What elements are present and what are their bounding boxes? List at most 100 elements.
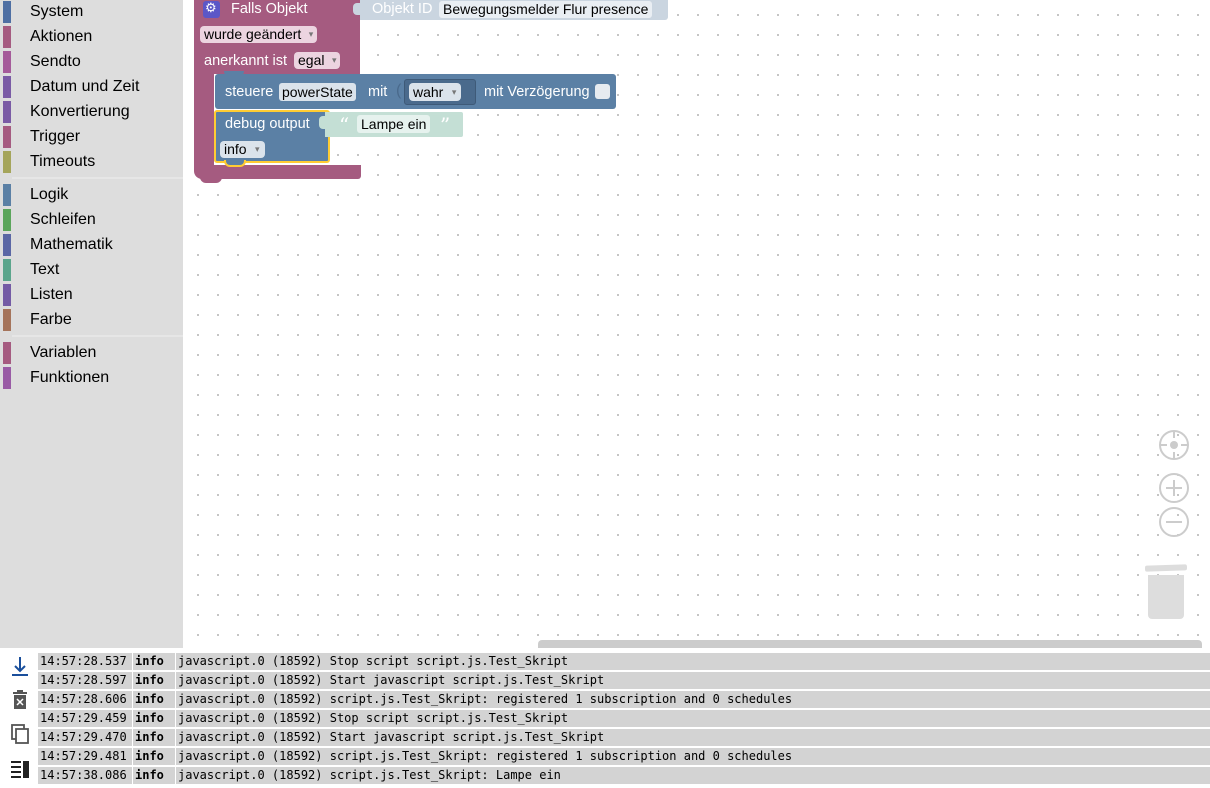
- log-message: javascript.0 (18592) Stop script script.…: [175, 710, 568, 727]
- log-level: info: [132, 672, 164, 689]
- toolbox-category-system[interactable]: System: [0, 0, 183, 25]
- state-dropdown[interactable]: powerState: [279, 83, 356, 101]
- toolbox-category-listen[interactable]: Listen: [0, 283, 183, 308]
- trigger-block-connector: [200, 175, 222, 183]
- scroll-down-icon[interactable]: [8, 654, 32, 678]
- horizontal-scrollbar[interactable]: [538, 640, 1202, 648]
- category-label: Schleifen: [30, 211, 96, 228]
- log-time: 14:57:28.606: [40, 692, 127, 706]
- toolbox-category-sendto[interactable]: Sendto: [0, 50, 183, 75]
- trash-icon[interactable]: [1148, 575, 1184, 619]
- category-label: Variablen: [30, 344, 97, 361]
- category-color-bar: [3, 151, 11, 173]
- category-color-bar: [3, 26, 11, 48]
- toolbox-separator: [12, 177, 183, 179]
- delay-checkbox[interactable]: [595, 84, 610, 99]
- category-label: Konvertierung: [30, 103, 130, 120]
- log-message: javascript.0 (18592) Start javascript sc…: [175, 672, 604, 689]
- log-row: 14:57:28.597 info javascript.0 (18592) Sta…: [38, 672, 1210, 689]
- log-level: info: [132, 767, 164, 784]
- clear-log-icon[interactable]: [8, 688, 32, 712]
- debug-block-connector: [224, 160, 246, 167]
- toolbox-separator: [12, 335, 183, 337]
- category-color-bar: [3, 284, 11, 306]
- category-label: Farbe: [30, 311, 72, 328]
- toolbox-category-timeouts[interactable]: Timeouts: [0, 150, 183, 175]
- blockly-editor: System Aktionen Sendto Datum und Zeit Ko…: [0, 0, 1210, 788]
- toolbox-category-mathematik[interactable]: Mathematik: [0, 233, 183, 258]
- category-color-bar: [3, 309, 11, 331]
- toolbox-category-schleifen[interactable]: Schleifen: [0, 208, 183, 233]
- category-color-bar: [3, 234, 11, 256]
- debug-label: debug output: [225, 116, 310, 132]
- toolbox-category-variablen[interactable]: Variablen: [0, 341, 183, 366]
- copy-icon[interactable]: [8, 722, 32, 746]
- category-label: Timeouts: [30, 153, 96, 170]
- control-label: steuere: [225, 84, 274, 100]
- toolbox-category-aktionen[interactable]: Aktionen: [0, 25, 183, 50]
- toolbox-category-farbe[interactable]: Farbe: [0, 308, 183, 333]
- condition-dropdown[interactable]: wurde geändert: [200, 26, 318, 43]
- log-time: 14:57:29.470: [40, 730, 127, 744]
- log-level: info: [132, 748, 164, 765]
- category-color-bar: [3, 51, 11, 73]
- category-color-bar: [3, 1, 11, 23]
- log-level: info: [132, 729, 164, 746]
- category-color-bar: [3, 126, 11, 148]
- log-row: 14:57:38.086 info javascript.0 (18592) scr…: [38, 767, 1210, 784]
- input-connector: (: [396, 82, 402, 99]
- category-color-bar: [3, 101, 11, 123]
- category-color-bar: [3, 259, 11, 281]
- category-color-bar: [3, 209, 11, 231]
- zoom-out-icon[interactable]: [1159, 507, 1189, 537]
- toolbox-category-datum-und-zeit[interactable]: Datum und Zeit: [0, 75, 183, 100]
- category-label: Listen: [30, 286, 73, 303]
- gear-icon[interactable]: [203, 0, 220, 18]
- category-label: System: [30, 3, 84, 20]
- category-label: Text: [30, 261, 60, 278]
- category-color-bar: [3, 367, 11, 389]
- toolbox-category-logik[interactable]: Logik: [0, 183, 183, 208]
- log-row: 14:57:29.459 info javascript.0 (18592) Sto…: [38, 710, 1210, 727]
- category-label: Trigger: [30, 128, 81, 145]
- log-time: 14:57:29.459: [40, 711, 127, 725]
- toolbox-category-text[interactable]: Text: [0, 258, 183, 283]
- object-id-label: Objekt ID: [372, 1, 433, 17]
- close-quote-icon: ”: [440, 113, 451, 137]
- level-dropdown[interactable]: info: [220, 141, 265, 158]
- log-panel: 14:57:28.537 info javascript.0 (18592) Sto…: [0, 648, 1210, 788]
- log-row: 14:57:29.481 info javascript.0 (18592) scr…: [38, 748, 1210, 765]
- category-color-bar: [3, 342, 11, 364]
- log-level: info: [132, 710, 164, 727]
- trigger-title: Falls Objekt: [231, 1, 308, 17]
- category-label: Funktionen: [30, 369, 110, 386]
- log-level: info: [132, 653, 164, 670]
- log-level: info: [132, 691, 164, 708]
- log-row: 14:57:28.606 info javascript.0 (18592) scr…: [38, 691, 1210, 708]
- log-message: javascript.0 (18592) Start javascript sc…: [175, 729, 604, 746]
- category-label: Aktionen: [30, 28, 93, 45]
- log-row: 14:57:28.537 info javascript.0 (18592) Sto…: [38, 653, 1210, 670]
- log-view-icon[interactable]: [8, 756, 32, 780]
- log-toolbar: [0, 652, 40, 788]
- with-label: mit: [368, 84, 388, 100]
- log-time: 14:57:28.537: [40, 654, 127, 668]
- recenter-icon[interactable]: [1159, 430, 1189, 460]
- log-message: javascript.0 (18592) script.js.Test_Skri…: [175, 691, 792, 708]
- category-label: Mathematik: [30, 236, 113, 253]
- object-id-field[interactable]: Bewegungsmelder Flur presence: [439, 1, 653, 18]
- value-dropdown[interactable]: wahr: [409, 83, 462, 101]
- string-field[interactable]: Lampe ein: [357, 115, 431, 133]
- open-quote-icon: “: [339, 113, 350, 137]
- toolbox-category-konvertierung[interactable]: Konvertierung: [0, 100, 183, 125]
- zoom-in-icon[interactable]: [1159, 473, 1189, 503]
- category-color-bar: [3, 76, 11, 98]
- ack-dropdown[interactable]: egal: [294, 52, 341, 69]
- log-message: javascript.0 (18592) script.js.Test_Skri…: [175, 748, 792, 765]
- toolbox-category-funktionen[interactable]: Funktionen: [0, 366, 183, 391]
- log-message: javascript.0 (18592) script.js.Test_Skri…: [175, 767, 561, 784]
- toolbox-category-trigger[interactable]: Trigger: [0, 125, 183, 150]
- log-time: 14:57:38.086: [40, 768, 127, 782]
- ack-label: anerkannt ist: [204, 53, 288, 69]
- category-label: Sendto: [30, 53, 81, 70]
